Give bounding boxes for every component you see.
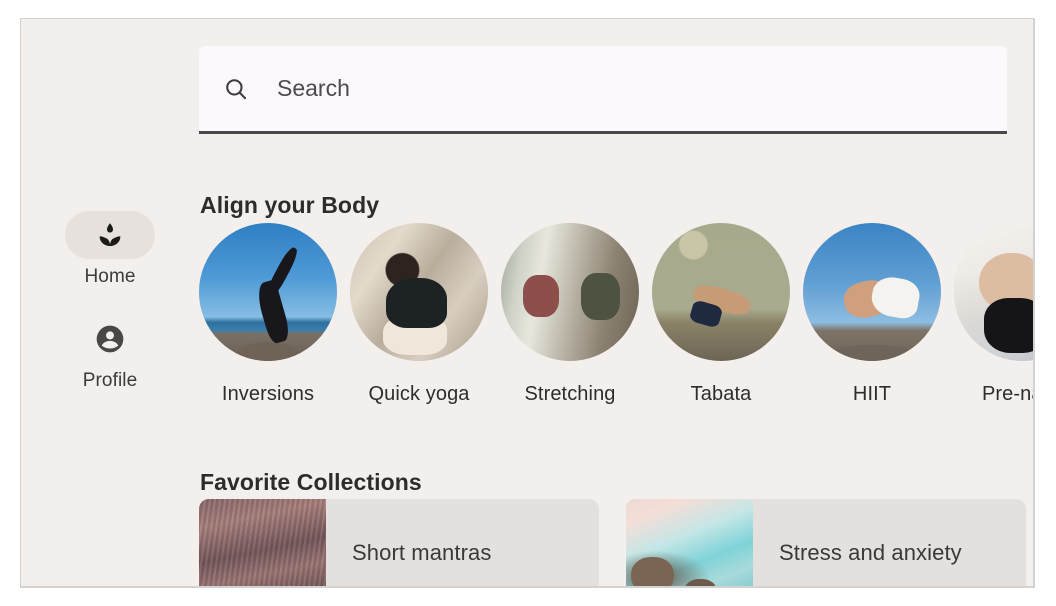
search-icon: [221, 74, 251, 104]
section-title-align-your-body: Align your Body: [200, 192, 380, 218]
category-label: Stretching: [524, 383, 616, 405]
sidebar-item-home[interactable]: Home: [21, 211, 199, 289]
category-item-quick-yoga[interactable]: Quick yoga: [350, 223, 488, 413]
category-thumbnail: [954, 223, 1033, 361]
category-item-tabata[interactable]: Tabata: [652, 223, 790, 413]
account-circle-icon: [65, 315, 155, 363]
collection-card-short-mantras[interactable]: Short mantras: [199, 499, 599, 586]
sidebar-item-profile[interactable]: Profile: [21, 315, 199, 393]
category-carousel[interactable]: Inversions Quick yoga Stretching Tabata …: [199, 223, 1033, 413]
category-thumbnail: [803, 223, 941, 361]
collection-label: Stress and anxiety: [779, 540, 962, 565]
category-item-inversions[interactable]: Inversions: [199, 223, 337, 413]
category-label: Inversions: [221, 383, 315, 405]
category-label: HIIT: [852, 383, 892, 405]
category-label: Pre-natal: [981, 383, 1033, 405]
category-item-hiit[interactable]: HIIT: [803, 223, 941, 413]
category-item-stretching[interactable]: Stretching: [501, 223, 639, 413]
section-title-favorite-collections: Favorite Collections: [200, 469, 422, 495]
category-thumbnail: [199, 223, 337, 361]
category-thumbnail: [501, 223, 639, 361]
category-thumbnail: [350, 223, 488, 361]
main-content: Align your Body Inversions Quick yoga: [199, 19, 1033, 586]
collection-thumbnail: [626, 499, 753, 586]
category-label: Tabata: [690, 383, 752, 405]
collection-card-stress-and-anxiety[interactable]: Stress and anxiety: [626, 499, 1026, 586]
collection-thumbnail: [199, 499, 326, 586]
lotus-icon: [65, 211, 155, 259]
collection-label: Short mantras: [352, 540, 492, 565]
collections-row: Short mantras Stress and anxiety: [199, 499, 1033, 586]
app-body: Home Profile Search Align your Body Inve…: [21, 19, 1033, 586]
category-thumbnail: [652, 223, 790, 361]
category-item-pre-natal[interactable]: Pre-natal: [954, 223, 1033, 413]
search-input[interactable]: [277, 68, 1007, 109]
category-label: Quick yoga: [368, 383, 470, 405]
sidebar-item-label-home: Home: [84, 266, 136, 287]
app-window: Home Profile Search Align your Body Inve…: [20, 18, 1035, 588]
search-bar[interactable]: [199, 46, 1007, 134]
sidebar-item-label-profile: Profile: [82, 370, 138, 391]
navigation-rail: Home Profile: [21, 19, 199, 586]
